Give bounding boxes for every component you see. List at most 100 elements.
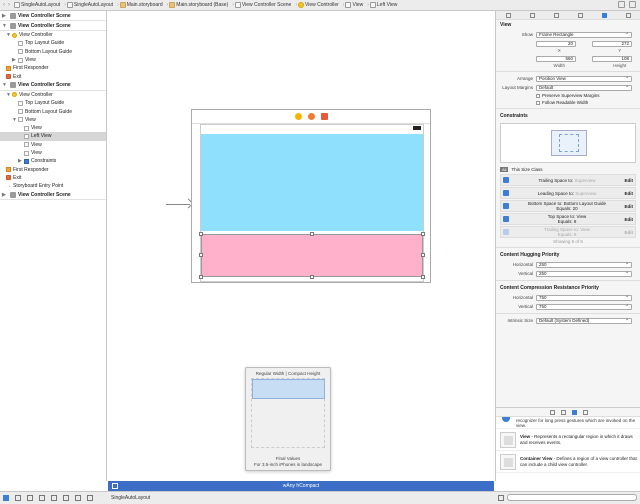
resize-handle[interactable] [310,275,314,279]
x-field[interactable]: 20 [536,40,576,47]
compression-vertical-field[interactable]: 750 ⌃ [536,303,632,310]
breadcrumb-view[interactable]: View [352,2,363,8]
outline-row[interactable]: ▼ View Controller [0,31,106,39]
project-navigator-icon[interactable] [3,495,9,501]
outline-row[interactable]: View [0,141,106,149]
outline-row[interactable]: First Responder [0,64,106,72]
outline-row[interactable]: Bottom Layout Guide [0,107,106,115]
exit-icon[interactable] [320,113,328,120]
first-responder-icon[interactable] [307,113,315,120]
resize-handle[interactable] [421,232,425,236]
outline-row[interactable]: Top Layout Guide [0,99,106,107]
symbol-navigator-icon[interactable] [15,495,21,501]
size-inspector-icon[interactable] [601,12,607,18]
breadcrumb-project[interactable]: SingleAutoLayout [21,2,60,8]
scene-header[interactable]: ▼ View Controller Scene [0,21,106,31]
connections-inspector-icon[interactable] [625,12,631,18]
layout-margins-popup[interactable]: Default ⌃ [536,84,632,91]
outline-row[interactable]: ▼ View [0,116,106,124]
outline-row[interactable]: Bottom Layout Guide [0,48,106,56]
compression-horizontal-field[interactable]: 750 ⌃ [536,294,632,301]
file-template-icon[interactable] [549,409,555,415]
toggle-outline-icon[interactable] [112,483,118,489]
media-library-icon[interactable] [582,409,588,415]
grid-view-icon[interactable] [498,494,504,501]
preserve-margins-checkbox[interactable]: Preserve Superview Margins [496,92,640,99]
object-library-icon[interactable] [571,409,577,415]
constraint-row[interactable]: Trailing Space to: Superview Edit [500,174,636,186]
code-snippet-icon[interactable] [560,409,566,415]
library-item-container-view[interactable]: Container View - Defines a region of a v… [496,451,640,473]
size-class-bar[interactable]: wAny hCompact [108,481,494,491]
size-class-grid[interactable] [251,378,325,448]
identity-inspector-icon[interactable] [553,12,559,18]
breadcrumb-folder[interactable]: SingleAutoLayout [74,2,113,8]
add-icon[interactable] [629,1,636,8]
outline-row[interactable]: → Storyboard Entry Point [0,182,106,190]
hugging-vertical-field[interactable]: 250 ⌃ [536,270,632,277]
intrinsic-size-popup[interactable]: Default (System Defined) ⌃ [536,317,632,324]
edit-button[interactable]: Edit [623,191,634,196]
forward-icon[interactable]: › [8,2,10,8]
resize-handle[interactable] [199,232,203,236]
issue-navigator-icon[interactable] [39,495,45,501]
resize-handle[interactable] [199,275,203,279]
size-class-label[interactable]: wAny hCompact [283,483,319,489]
size-class-filter[interactable]: All This Size Class [496,165,640,173]
scene-header[interactable]: ▶ View Controller Scene [0,190,106,201]
arrange-popup[interactable]: Position View ⌃ [536,75,632,82]
breakpoint-navigator-icon[interactable] [75,495,81,501]
resize-handle[interactable] [310,232,314,236]
find-navigator-icon[interactable] [27,495,33,501]
breadcrumb-storyboard-base[interactable]: Main.storyboard (Base) [176,2,228,8]
outline-row[interactable]: ▼ View Controller [0,91,106,99]
resize-handle[interactable] [421,275,425,279]
assistant-icon[interactable] [618,1,625,8]
outline-row[interactable]: Exit [0,174,106,182]
library-item-view[interactable]: View - Represents a rectangular region i… [496,429,640,451]
edit-button[interactable]: Edit [623,230,634,235]
show-popup[interactable]: Frame Rectangle ⌃ [536,31,632,38]
hugging-horizontal-field[interactable]: 250 ⌃ [536,261,632,268]
constraint-row[interactable]: Bottom Space to: Bottom Layout Guide Equa… [500,200,636,212]
quick-help-icon[interactable] [529,12,535,18]
edit-button[interactable]: Edit [623,178,634,183]
view-controller-icon[interactable] [294,113,302,120]
resize-handle[interactable] [199,253,203,257]
file-inspector-icon[interactable] [505,12,511,18]
left-view[interactable] [199,232,425,279]
report-navigator-icon[interactable] [87,495,93,501]
follow-readable-width-checkbox[interactable]: Follow Readable Width [496,99,640,106]
breadcrumb-scene[interactable]: View Controller Scene [242,2,291,8]
library-item-partial[interactable]: recognizer for long press gestures which… [496,417,640,429]
back-icon[interactable]: ‹ [3,2,5,8]
test-navigator-icon[interactable] [51,495,57,501]
view-controller-scene[interactable] [191,109,431,283]
top-view[interactable] [201,134,423,231]
outline-row[interactable]: Exit [0,72,106,80]
scene-header[interactable]: ▶ View Controller Scene [0,11,106,21]
breadcrumb-storyboard[interactable]: Main.storyboard [127,2,163,8]
outline-row[interactable]: View [0,149,106,157]
resize-handle[interactable] [421,253,425,257]
debug-navigator-icon[interactable] [63,495,69,501]
outline-row[interactable]: ▶ Constraints [0,157,106,165]
outline-row[interactable]: First Responder [0,165,106,173]
outline-row-selected[interactable]: Left View [0,132,106,141]
edit-button[interactable]: Edit [623,204,634,209]
constraint-row-disabled[interactable]: Trailing Space to: View Equals: 8 Edit [500,226,636,238]
y-field[interactable]: 272 [592,40,632,47]
constraint-row[interactable]: Top Space to: View Equals: 8 Edit [500,213,636,225]
outline-row[interactable]: Top Layout Guide [0,39,106,47]
height-field[interactable]: 108 [592,55,632,62]
breadcrumb-left-view[interactable]: Left View [377,2,397,8]
width-field[interactable]: 560 [536,55,576,62]
library-search-input[interactable] [507,494,637,501]
attributes-inspector-icon[interactable] [577,12,583,18]
breadcrumb-view-controller[interactable]: View Controller [305,2,339,8]
constraint-row[interactable]: Leading Space to: Superview Edit [500,187,636,199]
outline-row[interactable]: View [0,124,106,132]
scene-header[interactable]: ▼ View Controller Scene [0,81,106,91]
edit-button[interactable]: Edit [623,217,634,222]
outline-row[interactable]: ▶ View [0,56,106,64]
